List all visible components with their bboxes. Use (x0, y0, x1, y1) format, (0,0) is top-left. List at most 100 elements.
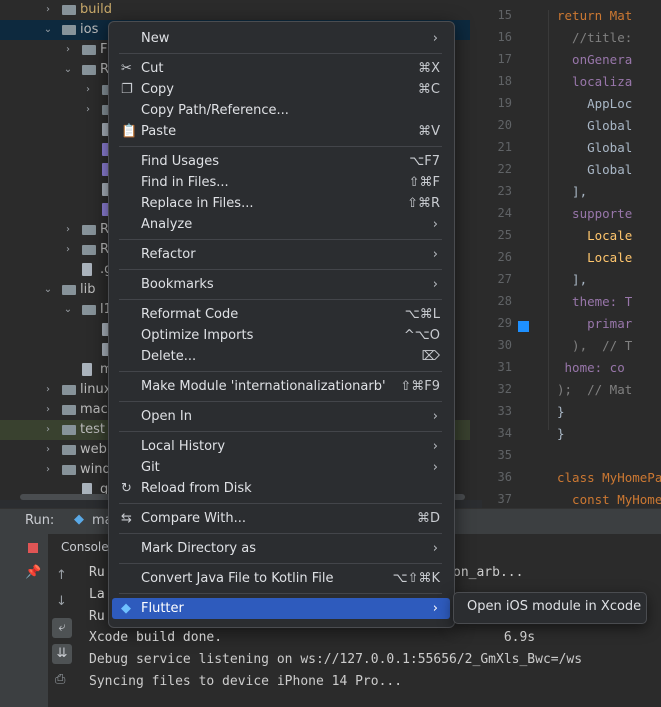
menu-item-compare-with[interactable]: ⇆ Compare With... ⌘D (112, 508, 450, 529)
menu-item-cut[interactable]: ✂ Cut ⌘X (112, 58, 450, 79)
menu-separator (119, 401, 442, 402)
chevron-right-icon[interactable]: › (43, 440, 53, 460)
soft-wrap-icon[interactable]: ⤶ (52, 618, 72, 638)
chevron-right-icon[interactable]: › (63, 240, 73, 260)
code-line[interactable]: Locale (557, 228, 632, 243)
chevron-right-icon[interactable]: › (43, 0, 53, 20)
line-number: 26 (497, 250, 512, 264)
code-line[interactable]: ], (557, 184, 587, 199)
menu-item-open-in[interactable]: Open In › (112, 406, 450, 427)
menu-separator (119, 53, 442, 54)
code-line[interactable]: localiza (557, 74, 632, 89)
code-line[interactable]: primar (557, 316, 632, 331)
print-icon[interactable]: ⎙ (55, 672, 65, 687)
chevron-right-icon[interactable]: › (43, 400, 53, 420)
menu-item-reload-from-disk[interactable]: ↻ Reload from Disk (112, 478, 450, 499)
code-line[interactable]: ], (557, 272, 587, 287)
code-line[interactable]: //title: (557, 30, 632, 45)
menu-item-icon: ⇆ (121, 511, 132, 526)
chevron-down-icon[interactable]: ⌄ (43, 20, 53, 40)
file-icon (82, 263, 92, 276)
chevron-right-icon[interactable]: › (83, 80, 93, 100)
pin-icon[interactable]: 📌 (25, 565, 41, 580)
menu-item-git[interactable]: Git › (112, 457, 450, 478)
menu-item-bookmarks[interactable]: Bookmarks › (112, 274, 450, 295)
tree-row-label: ios (80, 22, 99, 37)
chevron-right-icon[interactable]: › (43, 380, 53, 400)
code-line[interactable]: home: co (557, 360, 625, 375)
tree-row-label: linux (80, 382, 112, 397)
submenu-arrow-icon: › (432, 439, 438, 454)
submenu-arrow-icon: › (432, 247, 438, 262)
chevron-right-icon[interactable]: › (43, 460, 53, 480)
code-line[interactable]: Locale (557, 250, 632, 265)
menu-item-convert-java-file-to-kotlin-file[interactable]: Convert Java File to Kotlin File ⌥⇧⌘K (112, 568, 450, 589)
console-line: Ru (89, 609, 105, 624)
code-line[interactable]: Global (557, 162, 632, 177)
breakpoint-marker[interactable] (518, 321, 529, 332)
menu-item-find-in-files[interactable]: Find in Files... ⇧⌘F (112, 172, 450, 193)
menu-item-label: Git (141, 460, 160, 475)
splitter[interactable] (470, 0, 482, 500)
menu-item-make-module-internationalizationarb[interactable]: Make Module 'internationalizationarb' ⇧⌘F… (112, 376, 450, 397)
menu-item-label: Reformat Code (141, 307, 239, 322)
chevron-right-icon[interactable]: › (63, 220, 73, 240)
code-line[interactable]: const MyHome (557, 492, 661, 507)
code-line[interactable]: class MyHomePa (557, 470, 661, 485)
folder-icon (82, 65, 96, 75)
code-line[interactable]: Global (557, 118, 632, 133)
scroll-up-icon[interactable]: ↑ (56, 568, 67, 583)
chevron-down-icon[interactable]: ⌄ (63, 300, 73, 320)
chevron-right-icon[interactable]: › (63, 40, 73, 60)
code-line[interactable]: AppLoc (557, 96, 632, 111)
menu-item-refactor[interactable]: Refactor › (112, 244, 450, 265)
open-ios-module-in-xcode-item[interactable]: Open iOS module in Xcode (467, 599, 641, 614)
tree-row[interactable]: › build (0, 0, 470, 20)
menu-item-new[interactable]: New › (112, 28, 450, 49)
line-number: 23 (497, 184, 512, 198)
menu-item-local-history[interactable]: Local History › (112, 436, 450, 457)
code-line[interactable]: Global (557, 140, 632, 155)
line-number: 35 (497, 448, 512, 462)
menu-separator (119, 563, 442, 564)
chevron-right-icon[interactable]: › (43, 420, 53, 440)
console-tab[interactable]: Console (61, 540, 109, 554)
menu-item-optimize-imports[interactable]: Optimize Imports ^⌥O (112, 325, 450, 346)
submenu-arrow-icon: › (432, 217, 438, 232)
stop-icon[interactable] (28, 543, 38, 553)
code-line[interactable]: theme: T (557, 294, 632, 309)
line-number: 16 (497, 30, 512, 44)
console-right-fragment: on_arb... (453, 565, 524, 580)
menu-item-flutter[interactable]: ◆ Flutter › (112, 598, 450, 619)
gutter-fold-line (548, 10, 549, 430)
menu-item-copy-path-reference[interactable]: Copy Path/Reference... (112, 100, 450, 121)
chevron-down-icon[interactable]: ⌄ (43, 280, 53, 300)
menu-item-label: Optimize Imports (141, 328, 254, 343)
code-line[interactable]: return Mat (557, 8, 632, 23)
menu-item-mark-directory-as[interactable]: Mark Directory as › (112, 538, 450, 559)
scroll-to-end-icon[interactable]: ⇊ (52, 644, 72, 664)
code-line[interactable]: } (557, 404, 565, 419)
tree-row-label: web (80, 442, 107, 457)
code-line[interactable]: supporte (557, 206, 632, 221)
menu-item-shortcut: ⌥⇧⌘K (392, 571, 440, 586)
scroll-down-icon[interactable]: ↓ (56, 594, 67, 609)
menu-item-find-usages[interactable]: Find Usages ⌥F7 (112, 151, 450, 172)
code-editor[interactable]: 15 return Mat 16 //title: 17 onGenera 18 loc… (482, 0, 661, 510)
menu-item-analyze[interactable]: Analyze › (112, 214, 450, 235)
chevron-right-icon[interactable]: › (83, 100, 93, 120)
code-line[interactable]: ), // T (557, 338, 632, 353)
code-line[interactable]: } (557, 426, 565, 441)
menu-item-copy[interactable]: ❐ Copy ⌘C (112, 79, 450, 100)
menu-item-replace-in-files[interactable]: Replace in Files... ⇧⌘R (112, 193, 450, 214)
menu-item-reformat-code[interactable]: Reformat Code ⌥⌘L (112, 304, 450, 325)
menu-item-delete[interactable]: Delete... ⌦ (112, 346, 450, 367)
chevron-down-icon[interactable]: ⌄ (63, 60, 73, 80)
submenu-arrow-icon: › (432, 601, 438, 616)
code-line[interactable]: onGenera (557, 52, 632, 67)
line-number: 37 (497, 492, 512, 506)
menu-item-paste[interactable]: 📋 Paste ⌘V (112, 121, 450, 142)
code-line[interactable]: ); // Mat (557, 382, 632, 397)
submenu-arrow-icon: › (432, 541, 438, 556)
line-number: 29 (497, 316, 512, 330)
